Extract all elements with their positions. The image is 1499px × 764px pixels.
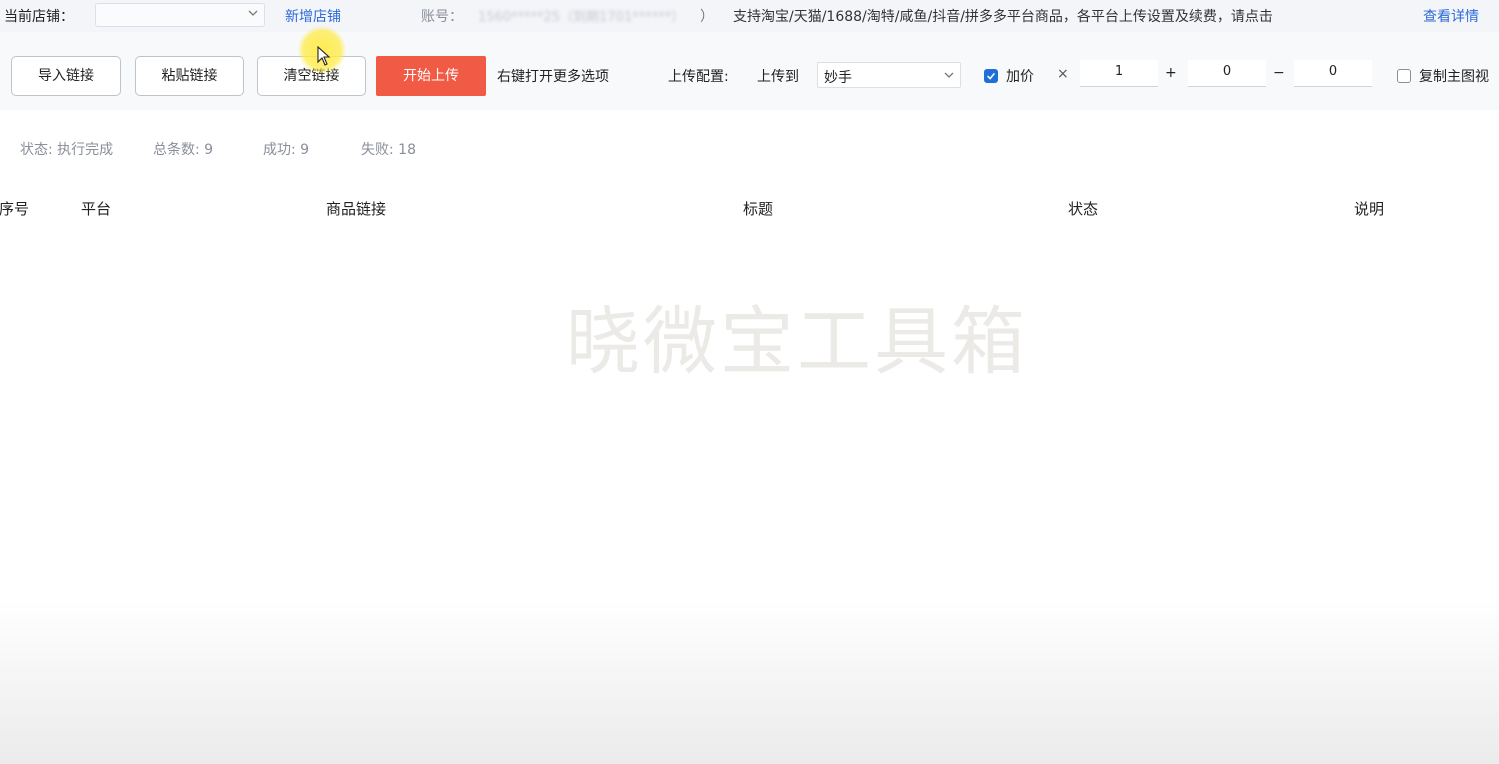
- subtract-value-input[interactable]: 0: [1294, 60, 1372, 87]
- column-header-description[interactable]: 说明: [1354, 198, 1384, 219]
- multiply-symbol: ×: [1057, 66, 1069, 82]
- minus-symbol: −: [1273, 65, 1285, 81]
- column-header-index[interactable]: 序号: [0, 198, 29, 219]
- upload-config-label: 上传配置:: [668, 69, 729, 85]
- status-total: 总条数: 9: [153, 142, 214, 158]
- column-header-product-link[interactable]: 商品链接: [326, 198, 386, 219]
- chevron-down-icon: [248, 10, 258, 16]
- upload-target-value: 妙手: [824, 70, 852, 86]
- markup-label: 加价: [1006, 69, 1034, 85]
- add-store-link[interactable]: 新增店铺: [285, 6, 341, 26]
- view-details-link[interactable]: 查看详情: [1423, 6, 1479, 26]
- paste-links-button[interactable]: 粘贴链接: [135, 56, 244, 96]
- mouse-pointer-icon: [317, 46, 331, 66]
- upload-target-select[interactable]: 妙手: [817, 62, 961, 88]
- store-select[interactable]: [95, 3, 265, 27]
- status-fail: 失败: 18: [361, 142, 416, 158]
- account-value: 1560*****25（到期1701******）: [478, 10, 685, 25]
- status-state: 状态: 执行完成: [20, 142, 114, 158]
- import-links-button[interactable]: 导入链接: [11, 56, 121, 96]
- copy-main-image-checkbox[interactable]: [1397, 69, 1411, 83]
- account-label: 账号：: [421, 9, 463, 25]
- watermark-text: 晓微宝工具箱: [566, 299, 1028, 385]
- multiplier-input[interactable]: 1: [1080, 60, 1158, 87]
- column-header-title[interactable]: 标题: [743, 198, 773, 219]
- checkmark-icon: [987, 72, 996, 80]
- chevron-down-icon: [944, 72, 954, 78]
- markup-checkbox[interactable]: [984, 69, 998, 83]
- platform-notice: 支持淘宝/天猫/1688/淘特/咸鱼/抖音/拼多多平台商品，各平台上传设置及续费…: [733, 9, 1273, 25]
- empty-table-area: [0, 600, 1499, 764]
- account-close-paren: ）: [700, 9, 714, 25]
- copy-main-image-label: 复制主图视: [1419, 69, 1489, 85]
- plus-symbol: +: [1165, 65, 1177, 81]
- current-store-label: 当前店铺：: [4, 9, 74, 25]
- start-upload-button[interactable]: 开始上传: [376, 56, 486, 96]
- status-success: 成功: 9: [263, 142, 310, 158]
- right-click-hint: 右键打开更多选项: [497, 69, 609, 85]
- column-header-status[interactable]: 状态: [1068, 198, 1098, 219]
- upload-to-label: 上传到: [757, 69, 799, 85]
- add-value-input[interactable]: 0: [1188, 60, 1266, 87]
- column-header-platform[interactable]: 平台: [81, 198, 111, 219]
